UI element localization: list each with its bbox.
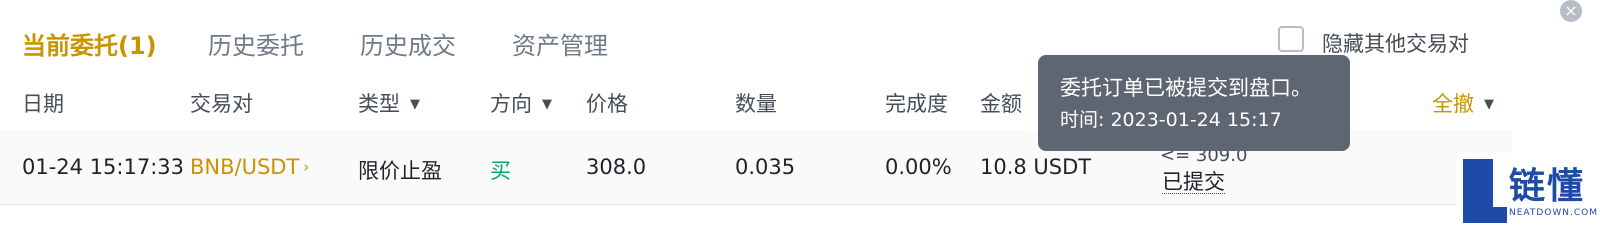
column-header-type[interactable]: 类型 ▼ [358, 88, 420, 118]
column-header-side-label: 方向 [490, 92, 532, 116]
order-total: 10.8 USDT [980, 155, 1092, 179]
order-pair-link[interactable]: BNB/USDT › [190, 155, 309, 179]
column-header-total: 金额 [980, 92, 1022, 116]
order-status[interactable]: 已提交 [1162, 171, 1225, 194]
column-header-amount: 数量 [735, 92, 777, 116]
column-header-pair: 交易对 [190, 92, 253, 116]
tooltip-time: 时间: 2023-01-24 15:17 [1060, 109, 1282, 131]
order-pair[interactable]: BNB/USDT [190, 155, 299, 179]
watermark-site: NEATDOWN.COM [1509, 208, 1599, 218]
order-date: 01-24 15:17:33 [22, 155, 185, 179]
column-header-price: 价格 [586, 92, 628, 116]
tab-open-orders[interactable]: 当前委托(1) [22, 26, 157, 61]
chevron-right-icon: › [303, 158, 310, 176]
order-filled: 0.00% [885, 155, 952, 179]
column-header-type-label: 类型 [358, 92, 400, 116]
caret-down-icon[interactable]: ▼ [542, 97, 552, 112]
logo-foot-icon [1463, 207, 1507, 223]
cancel-all-button[interactable]: 全撤 ▼ [1432, 88, 1494, 118]
column-header-filled: 完成度 [885, 92, 948, 116]
hide-other-pairs-label[interactable]: 隐藏其他交易对 [1322, 28, 1469, 58]
order-type: 限价止盈 [358, 159, 442, 183]
tooltip-message: 委托订单已被提交到盘口。 [1060, 76, 1312, 100]
caret-down-icon[interactable]: ▼ [410, 97, 420, 112]
tab-order-history[interactable]: 历史委托 [208, 26, 304, 61]
watermark-brand: 链懂 [1509, 166, 1586, 207]
cancel-all-label[interactable]: 全撤 [1432, 92, 1474, 116]
tab-asset-management[interactable]: 资产管理 [512, 26, 608, 61]
column-header-side[interactable]: 方向 ▼ [490, 88, 552, 118]
order-amount: 0.035 [735, 155, 796, 179]
order-side: 买 [490, 159, 511, 183]
caret-down-icon[interactable]: ▼ [1484, 97, 1494, 112]
status-tooltip: 委托订单已被提交到盘口。 时间: 2023-01-24 15:17 [1038, 55, 1350, 151]
tab-trade-history[interactable]: 历史成交 [360, 26, 456, 61]
watermark-logo: 链懂 NEATDOWN.COM [1457, 153, 1600, 229]
hide-other-pairs-checkbox[interactable] [1278, 26, 1304, 52]
close-icon[interactable]: × [1560, 0, 1582, 22]
order-price: 308.0 [586, 155, 647, 179]
column-header-date: 日期 [22, 92, 64, 116]
